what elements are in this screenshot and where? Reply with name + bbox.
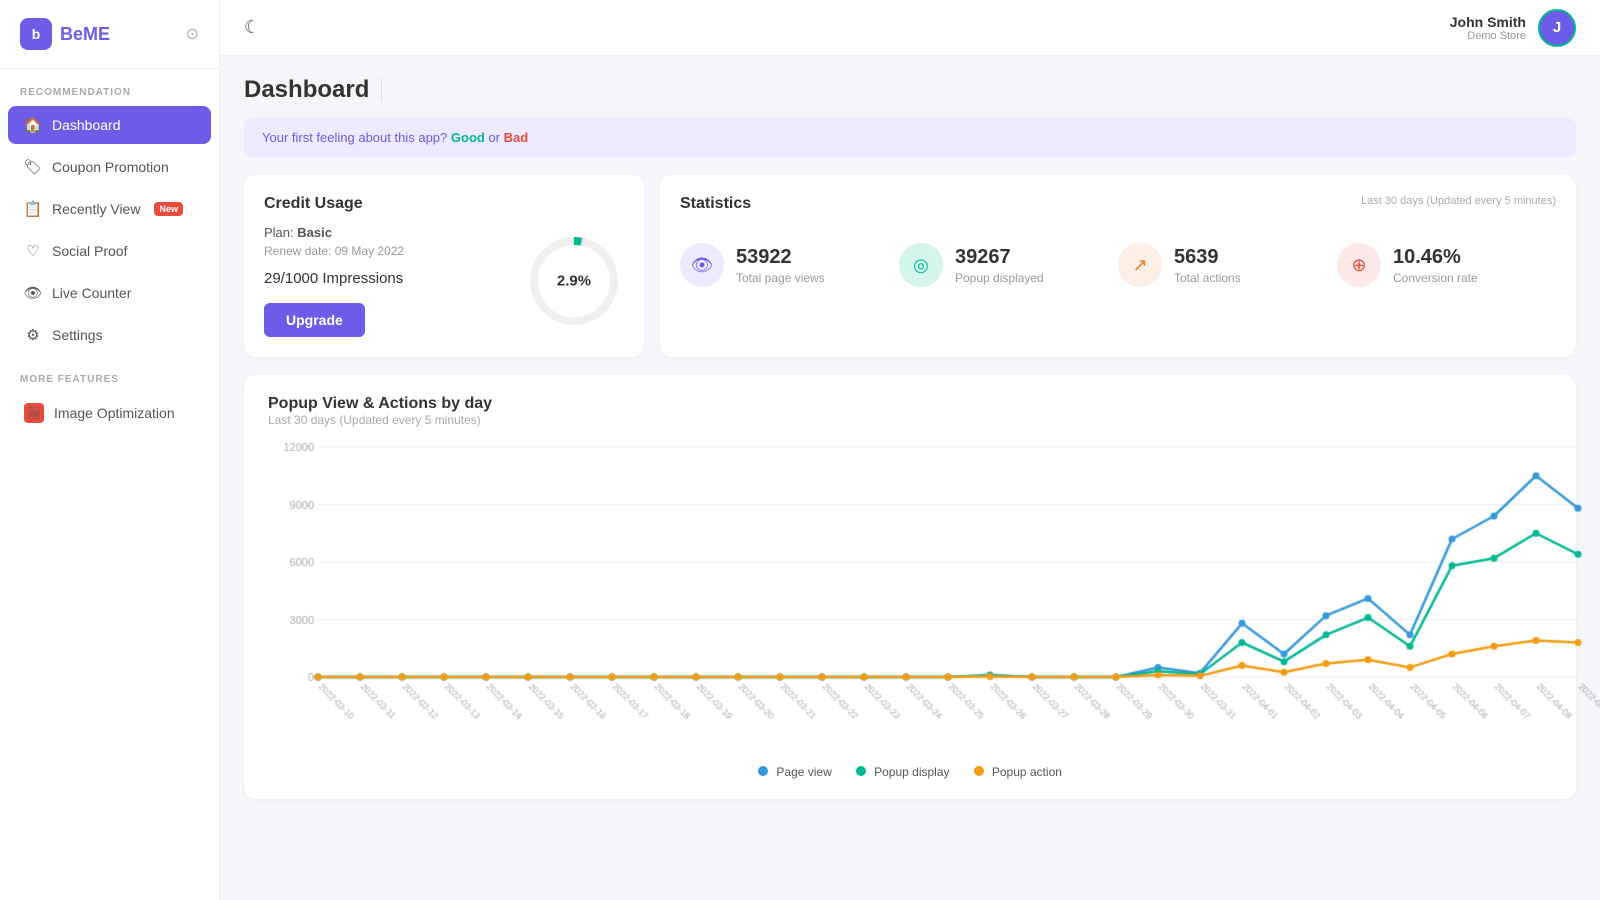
live-counter-icon: 👁 bbox=[24, 284, 42, 302]
legend-dot-orange bbox=[974, 766, 984, 776]
chart-legend: Page view Popup display Popup action bbox=[268, 765, 1552, 779]
dark-mode-icon[interactable]: ☾ bbox=[244, 17, 260, 38]
sidebar: b BeME ⊙ RECOMMENDATION 🏠 Dashboard 🏷 Co… bbox=[0, 0, 220, 900]
gear-icon: ⚙ bbox=[24, 326, 42, 344]
legend-page-view: Page view bbox=[758, 765, 832, 779]
stat-page-views: 👁 53922 Total page views bbox=[680, 243, 899, 287]
avatar[interactable]: J bbox=[1538, 9, 1576, 47]
sidebar-item-label: Social Proof bbox=[52, 243, 127, 259]
legend-popup-action-label: Popup action bbox=[992, 765, 1062, 779]
sidebar-item-dashboard[interactable]: 🏠 Dashboard bbox=[8, 106, 211, 144]
legend-dot-green bbox=[856, 766, 866, 776]
stat-popup-text: 39267 Popup displayed bbox=[955, 246, 1044, 285]
sidebar-item-image-optimization[interactable]: 🖼 Image Optimization bbox=[8, 393, 211, 433]
stat-conversion-rate: ⊕ 10.46% Conversion rate bbox=[1337, 243, 1556, 287]
stat-value: 5639 bbox=[1174, 246, 1241, 269]
stat-page-views-text: 53922 Total page views bbox=[736, 246, 825, 285]
title-divider bbox=[381, 78, 382, 102]
sidebar-item-live-counter[interactable]: 👁 Live Counter bbox=[8, 274, 211, 312]
stat-actions-text: 5639 Total actions bbox=[1174, 246, 1241, 285]
chart-title: Popup View & Actions by day bbox=[268, 395, 1552, 413]
recently-view-icon: 📋 bbox=[24, 200, 42, 218]
stats-grid: 👁 53922 Total page views ◎ 39267 Popup d… bbox=[680, 243, 1556, 287]
content: Dashboard Your first feeling about this … bbox=[220, 56, 1600, 900]
stats-card: Statistics Last 30 days (Updated every 5… bbox=[660, 175, 1576, 357]
feedback-good[interactable]: Good bbox=[451, 130, 485, 145]
stats-header: Statistics Last 30 days (Updated every 5… bbox=[680, 195, 1556, 225]
credit-renew: Renew date: 09 May 2022 bbox=[264, 244, 504, 258]
settings-icon[interactable]: ⊙ bbox=[186, 24, 199, 44]
chart-area bbox=[268, 437, 1552, 757]
home-icon: 🏠 bbox=[24, 116, 42, 134]
stat-popup-displayed: ◎ 39267 Popup displayed bbox=[899, 243, 1118, 287]
line-chart-canvas bbox=[268, 437, 1600, 737]
feedback-banner: Your first feeling about this app? Good … bbox=[244, 118, 1576, 157]
social-proof-icon: ♡ bbox=[24, 242, 42, 260]
sidebar-item-label: Live Counter bbox=[52, 285, 131, 301]
user-store: Demo Store bbox=[1450, 30, 1526, 42]
upgrade-button[interactable]: Upgrade bbox=[264, 303, 365, 337]
donut-label: 2.9% bbox=[557, 273, 591, 290]
sidebar-item-recently-view[interactable]: 📋 Recently View New bbox=[8, 190, 211, 228]
stat-value: 53922 bbox=[736, 246, 825, 269]
sidebar-item-label: Settings bbox=[52, 327, 103, 343]
stat-conversion-text: 10.46% Conversion rate bbox=[1393, 246, 1478, 285]
sidebar-logo: b BeME ⊙ bbox=[0, 0, 219, 69]
credit-info: Plan: Basic Renew date: 09 May 2022 29/1… bbox=[264, 225, 504, 337]
feedback-bad[interactable]: Bad bbox=[504, 130, 529, 145]
conversion-rate-icon: ⊕ bbox=[1337, 243, 1381, 287]
new-badge: New bbox=[154, 202, 183, 216]
page-views-icon: 👁 bbox=[680, 243, 724, 287]
logo-name: BeME bbox=[60, 24, 110, 45]
user-info: John Smith Demo Store bbox=[1450, 14, 1526, 42]
legend-dot-blue bbox=[758, 766, 768, 776]
more-features-label: MORE FEATURES bbox=[0, 356, 219, 391]
cards-row: Credit Usage Plan: Basic Renew date: 09 … bbox=[244, 175, 1576, 357]
stat-value: 39267 bbox=[955, 246, 1044, 269]
sidebar-item-label: Coupon Promotion bbox=[52, 159, 169, 175]
stat-label: Conversion rate bbox=[1393, 271, 1478, 285]
topbar: ☾ John Smith Demo Store J bbox=[220, 0, 1600, 56]
popup-displayed-icon: ◎ bbox=[899, 243, 943, 287]
stat-label: Popup displayed bbox=[955, 271, 1044, 285]
stat-value: 10.46% bbox=[1393, 246, 1478, 269]
topbar-right: John Smith Demo Store J bbox=[1450, 9, 1576, 47]
sidebar-item-coupon-promotion[interactable]: 🏷 Coupon Promotion bbox=[8, 148, 211, 186]
sidebar-item-label: Dashboard bbox=[52, 117, 121, 133]
credit-plan: Plan: Basic bbox=[264, 225, 504, 240]
page-header: Dashboard bbox=[244, 76, 1576, 104]
total-actions-icon: ↗ bbox=[1118, 243, 1162, 287]
image-opt-icon: 🖼 bbox=[24, 403, 44, 423]
main-area: ☾ John Smith Demo Store J Dashboard Your… bbox=[220, 0, 1600, 900]
stat-total-actions: ↗ 5639 Total actions bbox=[1118, 243, 1337, 287]
credit-usage-card: Credit Usage Plan: Basic Renew date: 09 … bbox=[244, 175, 644, 357]
legend-popup-display: Popup display bbox=[856, 765, 950, 779]
user-name: John Smith bbox=[1450, 14, 1526, 30]
feedback-text: Your first feeling about this app? bbox=[262, 130, 447, 145]
stats-title: Statistics bbox=[680, 195, 751, 213]
coupon-icon: 🏷 bbox=[24, 158, 42, 176]
sidebar-item-settings[interactable]: ⚙ Settings bbox=[8, 316, 211, 354]
legend-popup-display-label: Popup display bbox=[874, 765, 949, 779]
stats-updated: Last 30 days (Updated every 5 minutes) bbox=[1361, 195, 1556, 207]
credit-body: Plan: Basic Renew date: 09 May 2022 29/1… bbox=[264, 225, 624, 337]
stat-label: Total actions bbox=[1174, 271, 1241, 285]
credit-card-title: Credit Usage bbox=[264, 195, 624, 213]
sidebar-item-label: Image Optimization bbox=[54, 405, 175, 421]
page-title: Dashboard bbox=[244, 76, 369, 104]
legend-popup-action: Popup action bbox=[974, 765, 1062, 779]
plan-name: Basic bbox=[297, 225, 332, 240]
plan-label: Plan: bbox=[264, 225, 294, 240]
chart-card: Popup View & Actions by day Last 30 days… bbox=[244, 375, 1576, 799]
logo-icon: b bbox=[20, 18, 52, 50]
feedback-or: or bbox=[488, 130, 503, 145]
sidebar-item-label: Recently View bbox=[52, 201, 140, 217]
sidebar-item-social-proof[interactable]: ♡ Social Proof bbox=[8, 232, 211, 270]
recommendation-label: RECOMMENDATION bbox=[0, 69, 219, 104]
chart-subtitle: Last 30 days (Updated every 5 minutes) bbox=[268, 413, 1552, 427]
credit-impressions: 29/1000 Impressions bbox=[264, 270, 504, 287]
stat-label: Total page views bbox=[736, 271, 825, 285]
donut-chart: 2.9% bbox=[524, 231, 624, 331]
legend-page-view-label: Page view bbox=[776, 765, 831, 779]
